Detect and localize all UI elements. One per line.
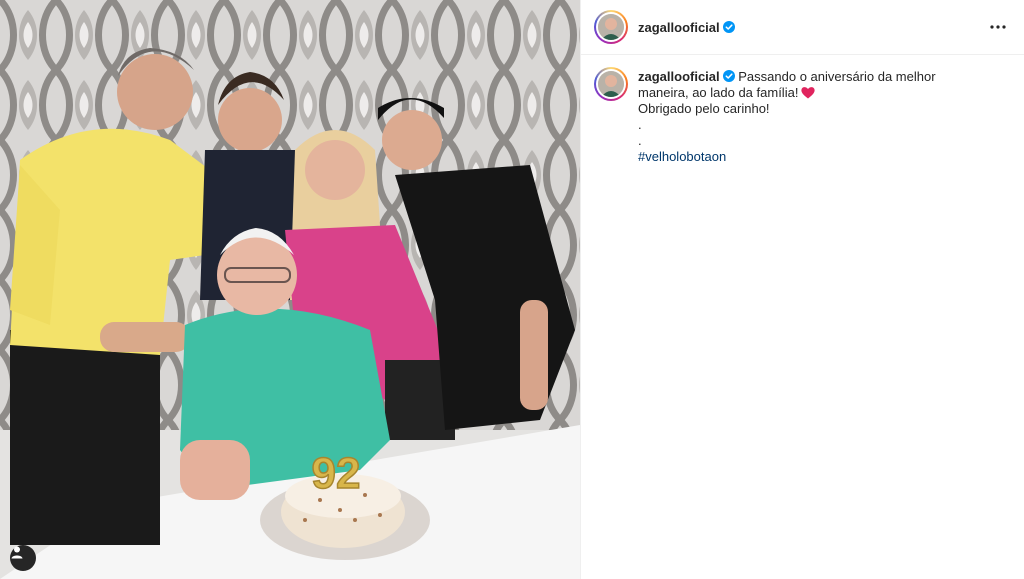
post-side-panel: zagallooficial zagallooficial Passando o… [580,0,1024,579]
red-heart-emoji [801,87,816,99]
verified-badge-icon [722,21,735,33]
user-tag-button[interactable] [10,545,36,571]
post-photo[interactable]: 92 [0,0,580,579]
family-birthday-photo: 92 [0,0,580,579]
post-header: zagallooficial [581,0,1024,55]
caption-dot: . [638,133,642,148]
caption-author-avatar[interactable] [594,67,628,101]
caption-body: zagallooficial Passando o aniversário da… [638,67,988,165]
caption-dot: . [638,117,642,132]
caption-author-username[interactable]: zagallooficial [638,69,720,84]
user-tag-icon [11,546,23,559]
author-username[interactable]: zagallooficial [638,20,720,35]
cake-candle-number: 92 [312,449,361,498]
more-options-button[interactable] [986,15,1010,39]
more-options-icon [990,25,1006,29]
caption-thanks: Obrigado pelo carinho! [638,101,770,116]
author-avatar[interactable] [594,10,628,44]
caption: zagallooficial Passando o aniversário da… [581,55,1024,165]
verified-badge-icon [722,70,735,82]
hashtag-link[interactable]: #velholobotaon [638,149,988,165]
